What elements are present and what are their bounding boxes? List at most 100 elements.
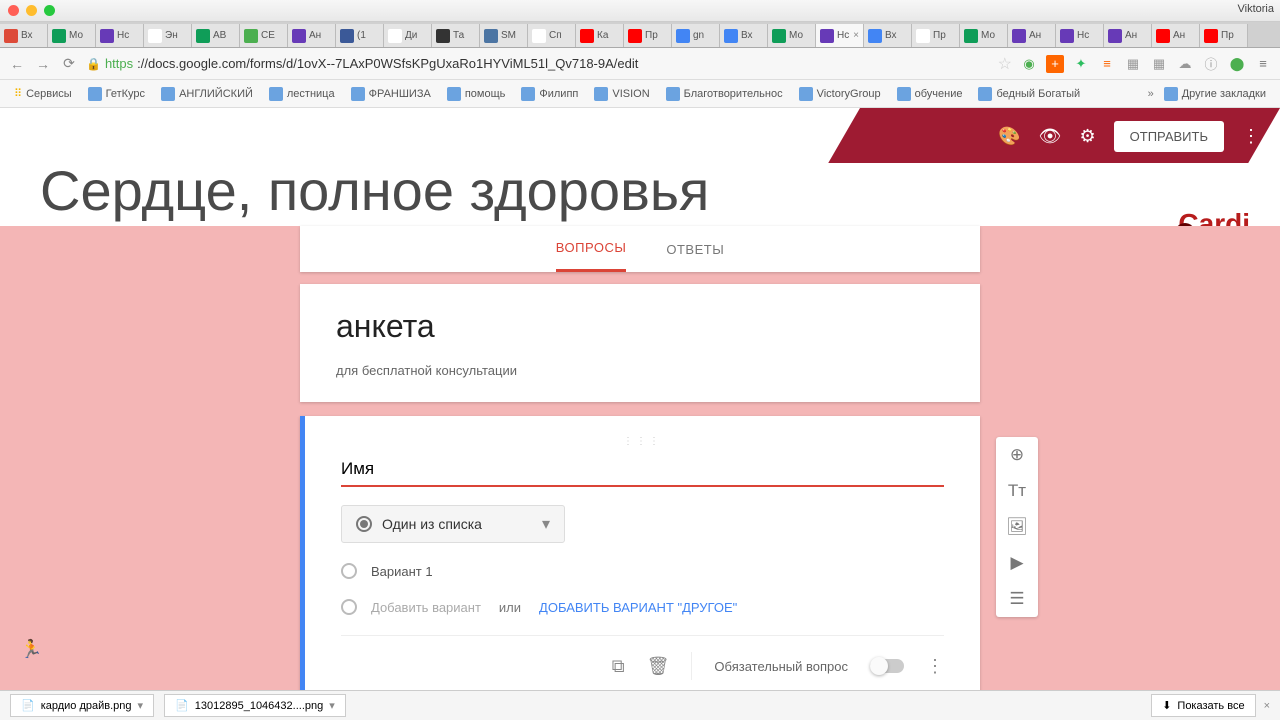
hangouts-icon[interactable]: 🏃	[20, 639, 42, 660]
download-item[interactable]: 📄 13012895_1046432....png ▾	[164, 694, 346, 717]
tab[interactable]: Мо	[960, 24, 1008, 47]
option-text[interactable]: Вариант 1	[371, 564, 433, 579]
form-title[interactable]: анкета	[336, 308, 944, 345]
question-type-select[interactable]: Один из списка ▾	[341, 505, 565, 543]
ext-icon[interactable]: ▦	[1150, 55, 1168, 73]
tab[interactable]: Вх	[0, 24, 48, 47]
nav-reload[interactable]: ⟳	[60, 55, 78, 73]
nav-forward[interactable]: →	[34, 55, 52, 73]
tab-questions[interactable]: ВОПРОСЫ	[556, 226, 627, 272]
duplicate-icon[interactable]: ⧉	[612, 656, 625, 677]
ext-icon[interactable]: ⓘ	[1202, 55, 1220, 73]
tab[interactable]: Ан	[1008, 24, 1056, 47]
form-name[interactable]: Новая форма	[58, 126, 166, 146]
window-min[interactable]	[26, 5, 37, 16]
bookmark[interactable]: VISION	[588, 85, 655, 103]
bookmark[interactable]: помощь	[441, 85, 512, 103]
other-bookmarks[interactable]: Другие закладки	[1158, 85, 1272, 103]
tab[interactable]: Пр	[1200, 24, 1248, 47]
radio-icon	[341, 599, 357, 615]
radio-icon	[341, 563, 357, 579]
bookmark[interactable]: ГетКурс	[82, 85, 151, 103]
browser-tabs: Вх Мо Нс Эн АВ СЕ Ан (1 Ди Та SM Сп Ка П…	[0, 22, 1280, 48]
bookmark[interactable]: Благотворительнос	[660, 85, 789, 103]
tab[interactable]: Сп	[528, 24, 576, 47]
tab[interactable]: Ан	[1152, 24, 1200, 47]
bookmark[interactable]: лестница	[263, 85, 341, 103]
bookmark[interactable]: VictoryGroup	[793, 85, 887, 103]
show-all-downloads[interactable]: ⬇Показать все	[1151, 694, 1255, 717]
tab[interactable]: Вх	[720, 24, 768, 47]
tab[interactable]: Пр	[624, 24, 672, 47]
tab-answers[interactable]: ОТВЕТЫ	[666, 228, 724, 271]
tab[interactable]: АВ	[192, 24, 240, 47]
tab[interactable]: Ан	[288, 24, 336, 47]
more-icon[interactable]: ⋮	[926, 656, 944, 677]
form-description[interactable]: для бесплатной консультации	[336, 363, 944, 378]
chevron-down-icon: ▾	[542, 514, 550, 534]
required-label: Обязательный вопрос	[714, 659, 848, 674]
ext-icon[interactable]: ◉	[1020, 55, 1038, 73]
settings-icon[interactable]: ⚙	[1080, 126, 1096, 147]
nav-back[interactable]: ←	[8, 55, 26, 73]
radio-icon	[356, 516, 372, 532]
required-toggle[interactable]	[870, 659, 904, 673]
close-icon[interactable]: ×	[1264, 700, 1270, 712]
user-label: Viktoria	[1238, 3, 1274, 15]
bookmark[interactable]: АНГЛИЙСКИЙ	[155, 85, 259, 103]
add-title-icon[interactable]: Tᴛ	[996, 473, 1038, 509]
tab[interactable]: Та	[432, 24, 480, 47]
question-title-input[interactable]	[341, 453, 944, 487]
tab[interactable]: Ди	[384, 24, 432, 47]
menu-icon[interactable]: ≡	[1254, 55, 1272, 73]
add-question-icon[interactable]: ⊕	[996, 437, 1038, 473]
tab[interactable]: Эн	[144, 24, 192, 47]
tab[interactable]: Ка	[576, 24, 624, 47]
tab[interactable]: Вх	[864, 24, 912, 47]
add-option[interactable]: Добавить вариант	[371, 600, 481, 615]
bookmark[interactable]: обучение	[891, 85, 969, 103]
tab[interactable]: SM	[480, 24, 528, 47]
apps-button[interactable]: ⠿Сервисы	[8, 85, 78, 102]
tab[interactable]: СЕ	[240, 24, 288, 47]
lock-icon: 🔒	[86, 57, 101, 71]
more-icon[interactable]: ⋮	[1242, 126, 1260, 147]
preview-icon[interactable]: 👁	[1039, 126, 1062, 147]
add-other-option[interactable]: ДОБАВИТЬ ВАРИАНТ "ДРУГОЕ"	[539, 600, 737, 615]
download-item[interactable]: 📄 кардио драйв.png ▾	[10, 694, 154, 717]
file-icon: 📄	[21, 699, 35, 712]
address-bar[interactable]: 🔒 https://docs.google.com/forms/d/1ovX--…	[86, 56, 990, 71]
saving-status: Сохранение...	[184, 129, 262, 143]
palette-icon[interactable]: 🎨	[998, 126, 1020, 147]
bookmark[interactable]: Филипп	[515, 85, 584, 103]
ext-icon[interactable]: ≡	[1098, 55, 1116, 73]
ext-icon[interactable]: ✦	[1072, 55, 1090, 73]
file-icon: 📄	[175, 699, 189, 712]
add-section-icon[interactable]: ☰	[996, 581, 1038, 617]
ext-icon[interactable]: +	[1046, 55, 1064, 73]
back-arrow-icon[interactable]: ←	[20, 125, 40, 148]
add-video-icon[interactable]: ▶	[996, 545, 1038, 581]
tab[interactable]: gn	[672, 24, 720, 47]
header-title: Сердце, полное здоровья	[40, 158, 709, 223]
window-max[interactable]	[44, 5, 55, 16]
tab[interactable]: Пр	[912, 24, 960, 47]
send-button[interactable]: ОТПРАВИТЬ	[1114, 121, 1224, 152]
tab[interactable]: Нс	[1056, 24, 1104, 47]
tab-active[interactable]: Нс×	[816, 24, 864, 47]
delete-icon[interactable]: 🗑	[647, 656, 670, 677]
bookmark[interactable]: бедный Богатый	[972, 85, 1086, 103]
ext-icon[interactable]: ▦	[1124, 55, 1142, 73]
tab[interactable]: Ан	[1104, 24, 1152, 47]
star-icon[interactable]: ☆	[998, 54, 1012, 74]
ext-icon[interactable]: ⬤	[1228, 55, 1246, 73]
add-image-icon[interactable]: 🖼	[996, 509, 1038, 545]
tab[interactable]: (1	[336, 24, 384, 47]
tab[interactable]: Нс	[96, 24, 144, 47]
bookmark[interactable]: ФРАНШИЗА	[345, 85, 437, 103]
tab[interactable]: Мо	[768, 24, 816, 47]
tab[interactable]: Мо	[48, 24, 96, 47]
window-close[interactable]	[8, 5, 19, 16]
ext-icon[interactable]: ☁	[1176, 55, 1194, 73]
drag-handle-icon[interactable]: ⋮⋮⋮	[341, 436, 944, 447]
